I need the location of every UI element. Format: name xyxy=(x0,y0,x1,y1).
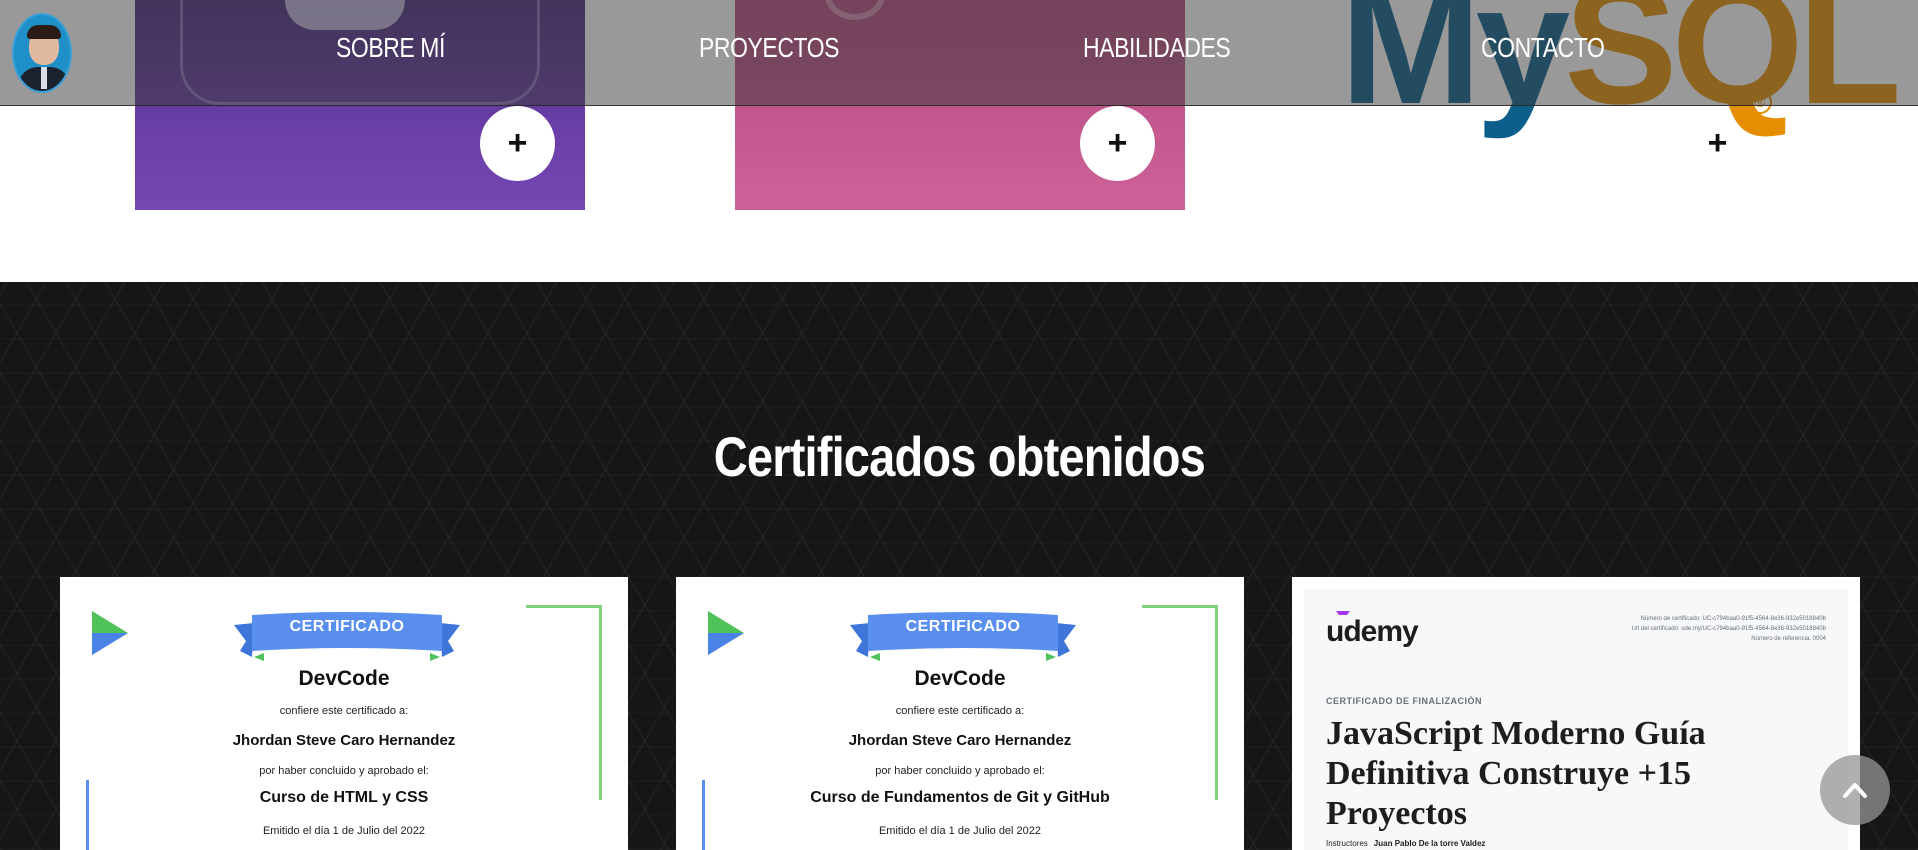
udemy-instructor-name: Juan Pablo De la torre Valdez xyxy=(1373,839,1486,848)
skill-expand-button-1[interactable]: + xyxy=(480,106,555,181)
certificate-ribbon-text: CERTIFICADO xyxy=(289,618,405,635)
certificate-issued-date: Emitido el día 1 de Julio del 2022 xyxy=(262,825,426,837)
avatar-hair xyxy=(27,25,61,39)
certificate-completed-text: por haber concluido y aprobado el: xyxy=(259,765,429,777)
udemy-kicker: CERTIFICADO DE FINALIZACIÓN xyxy=(1326,696,1482,706)
certificate-issued-date: Emitido el día 1 de Julio del 2022 xyxy=(878,825,1042,837)
certificate-card-html-css[interactable]: CERTIFICADO DevCode confiere este certif… xyxy=(60,577,628,850)
nav-link-skills[interactable]: HABILIDADES xyxy=(1083,32,1231,64)
certificate-recipient: Jhordan Steve Caro Hernandez xyxy=(848,732,1072,749)
skill-expand-button-3[interactable]: + xyxy=(1680,106,1755,181)
main-navbar: SOBRE MÍ PROYECTOS HABILIDADES CONTACTO xyxy=(0,0,1918,106)
udemy-meta-line: Número de certificado: UC-c794baa0-91f5-… xyxy=(1640,616,1826,622)
certificate-issuer: DevCode xyxy=(914,667,1006,690)
udemy-meta-line: Url del certificado: ude.my/UC-c794baa0-… xyxy=(1631,626,1826,632)
udemy-certificate-meta: Número de certificado: UC-c794baa0-91f5-… xyxy=(1632,614,1826,644)
certificate-course: Curso de HTML y CSS xyxy=(259,789,429,806)
certificate-recipient: Jhordan Steve Caro Hernandez xyxy=(232,732,456,749)
certificate-issuer: DevCode xyxy=(298,667,390,690)
certificate-card-javascript[interactable]: udemy Número de certificado: UC-c794baa0… xyxy=(1292,577,1860,850)
udemy-instructors: Instructores Juan Pablo De la torre Valde… xyxy=(1326,839,1485,848)
certificates-section: Certificados obtenidos CERTIFICADO DevCo… xyxy=(0,282,1918,850)
chevron-up-icon xyxy=(1843,783,1867,798)
certificate-completed-text: por haber concluido y aprobado el: xyxy=(875,765,1045,777)
avatar-tie xyxy=(41,67,47,89)
certificate-ribbon-text: CERTIFICADO xyxy=(905,618,1021,635)
skill-expand-button-2[interactable]: + xyxy=(1080,106,1155,181)
udemy-certificate-body: udemy Número de certificado: UC-c794baa0… xyxy=(1304,589,1848,850)
devcode-play-logo-icon xyxy=(92,611,128,655)
nav-link-about[interactable]: SOBRE MÍ xyxy=(336,32,445,64)
avatar[interactable] xyxy=(12,13,72,93)
devcode-play-logo-icon xyxy=(708,611,744,655)
nav-link-projects[interactable]: PROYECTOS xyxy=(699,32,839,64)
certificate-confers-text: confiere este certificado a: xyxy=(279,705,409,717)
udemy-instructors-label: Instructores xyxy=(1326,839,1368,848)
certificate-card-git-github[interactable]: CERTIFICADO DevCode confiere este certif… xyxy=(676,577,1244,850)
certificate-course: Curso de Fundamentos de Git y GitHub xyxy=(810,789,1110,806)
section-title: Certificados obtenidos xyxy=(0,424,1918,489)
section-title-text: Certificados obtenidos xyxy=(713,425,1205,488)
certificate-course: JavaScript Moderno Guía Definitiva Const… xyxy=(1326,715,1706,832)
udemy-meta-line: Número de referencia: 0004 xyxy=(1751,636,1826,642)
udemy-logo: udemy xyxy=(1326,615,1419,648)
certificate-confers-text: confiere este certificado a: xyxy=(895,705,1025,717)
nav-link-contact[interactable]: CONTACTO xyxy=(1481,32,1605,64)
scroll-to-top-button[interactable] xyxy=(1820,755,1890,825)
